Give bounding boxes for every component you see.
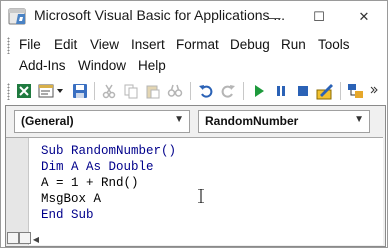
procedure-combo-value: RandomNumber (205, 114, 299, 128)
design-mode-icon[interactable] (316, 82, 334, 100)
menu-edit[interactable]: Edit (54, 37, 77, 52)
menu-run[interactable]: Run (281, 37, 306, 52)
chevron-down-icon[interactable]: ▼ (354, 114, 364, 125)
copy-icon[interactable] (122, 82, 140, 100)
menu-insert[interactable]: Insert (131, 37, 165, 52)
excel-view-icon[interactable] (15, 82, 33, 100)
code-window: (General) ▼ RandomNumber ▼ Sub RandomNum… (5, 105, 386, 247)
cut-icon[interactable] (100, 82, 118, 100)
title-bar: Microsoft Visual Basic for Applications … (1, 1, 387, 33)
procedure-combo[interactable]: RandomNumber ▼ (198, 110, 370, 133)
find-icon[interactable] (166, 82, 184, 100)
chevron-down-icon[interactable]: ▼ (174, 114, 184, 125)
undo-icon[interactable] (197, 82, 215, 100)
code-line[interactable]: A = 1 + Rnd() (41, 176, 139, 190)
code-line[interactable]: MsgBox A (41, 192, 101, 206)
menu-file[interactable]: File (19, 37, 41, 52)
vba-editor-window: Microsoft Visual Basic for Applications … (0, 0, 388, 248)
procedure-view-button[interactable] (7, 232, 19, 244)
text-cursor-icon (198, 189, 204, 203)
menu-bar: File Edit View Insert Format Debug Run T… (1, 33, 387, 79)
save-icon[interactable] (71, 82, 89, 100)
break-icon[interactable] (272, 82, 290, 100)
object-combo[interactable]: (General) ▼ (14, 110, 190, 133)
menu-add-ins[interactable]: Add-Ins (19, 58, 66, 73)
code-editor[interactable]: Sub RandomNumber() Dim A As Double A = 1… (6, 137, 383, 245)
run-icon[interactable] (250, 82, 268, 100)
close-button[interactable]: ✕ (342, 1, 386, 33)
insert-module-icon[interactable] (37, 82, 55, 100)
menu-help[interactable]: Help (138, 58, 166, 73)
minimize-button[interactable]: — (252, 1, 296, 33)
scroll-left-icon[interactable]: ◀ (31, 234, 41, 244)
dropdown-arrow-icon[interactable] (55, 82, 65, 100)
project-explorer-icon[interactable] (347, 82, 365, 100)
maximize-button[interactable]: ☐ (297, 1, 341, 33)
toolbar-separator (340, 82, 341, 100)
toolbar-separator (243, 82, 244, 100)
menu-format[interactable]: Format (176, 37, 219, 52)
code-line[interactable]: Dim A As Double (41, 160, 154, 174)
menu-grip-handle[interactable] (7, 37, 10, 54)
menu-view[interactable]: View (90, 37, 119, 52)
toolbar-grip-handle[interactable] (7, 83, 10, 100)
menu-tools[interactable]: Tools (318, 37, 350, 52)
paste-icon[interactable] (144, 82, 162, 100)
toolbar-separator (94, 82, 95, 100)
reset-icon[interactable] (294, 82, 312, 100)
code-line[interactable]: End Sub (41, 208, 94, 222)
menu-window[interactable]: Window (78, 58, 126, 73)
toolbar-overflow-icon[interactable] (369, 82, 379, 100)
menu-debug[interactable]: Debug (230, 37, 270, 52)
redo-icon[interactable] (219, 82, 237, 100)
vba-app-icon (8, 8, 26, 25)
toolbar-separator (190, 82, 191, 100)
code-line[interactable]: Sub RandomNumber() (41, 144, 176, 158)
margin-indicator-bar[interactable] (6, 138, 29, 245)
object-combo-value: (General) (21, 114, 74, 128)
standard-toolbar (1, 79, 387, 104)
full-module-view-button[interactable] (19, 232, 31, 244)
window-title: Microsoft Visual Basic for Applications … (34, 7, 286, 23)
